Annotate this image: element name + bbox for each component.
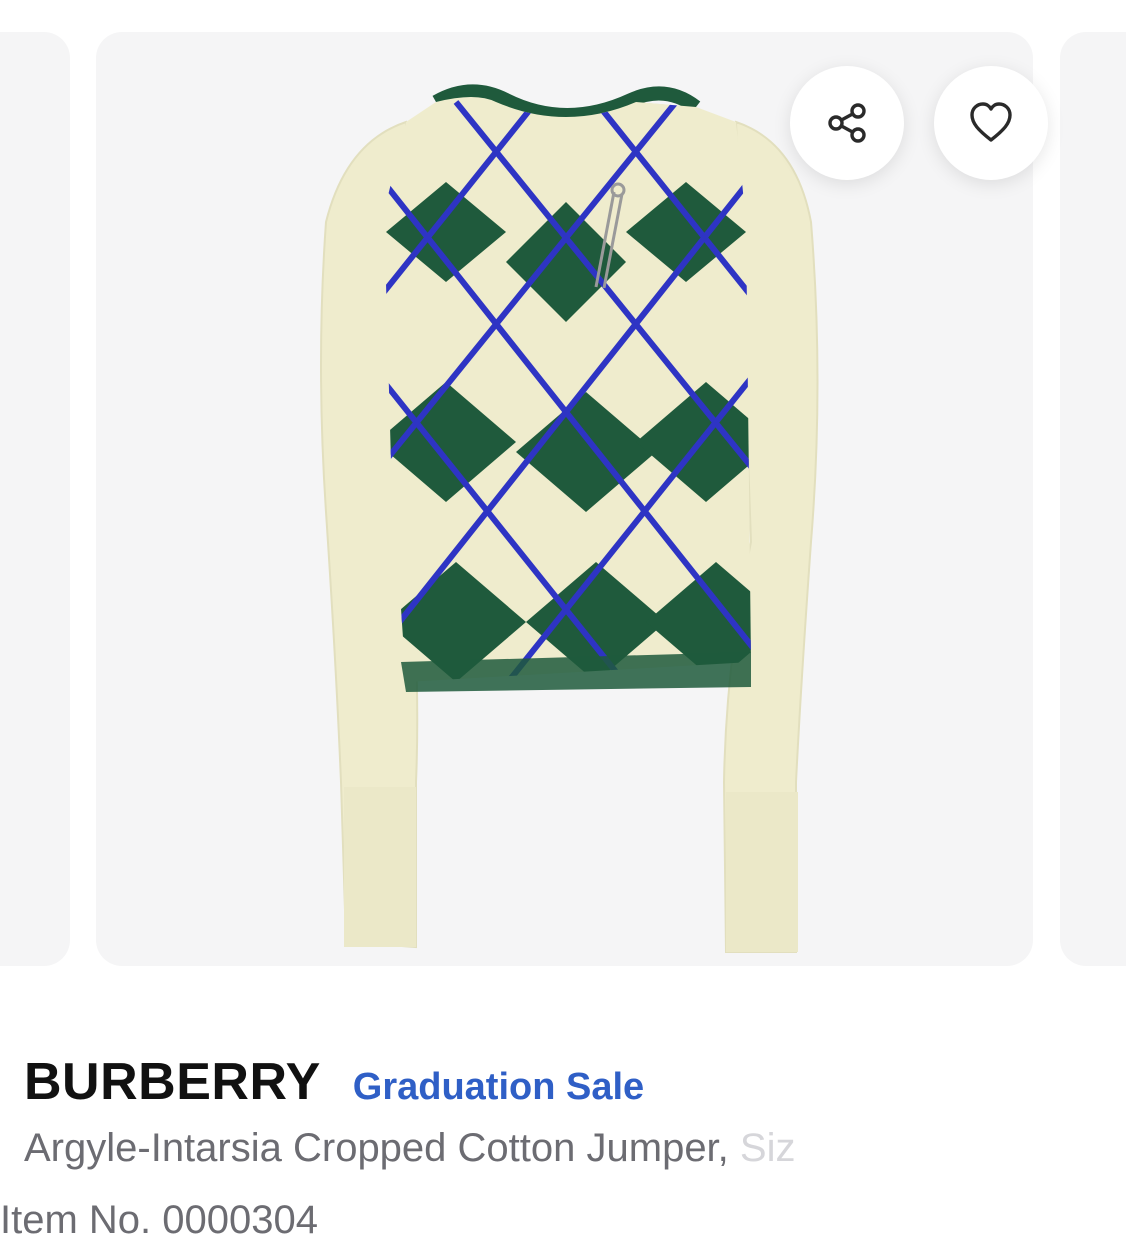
product-description: Argyle-Intarsia Cropped Cotton Jumper, S…: [24, 1126, 795, 1170]
share-icon: [828, 103, 866, 143]
carousel-main-card[interactable]: [96, 32, 1033, 966]
promo-label[interactable]: Graduation Sale: [353, 1066, 644, 1109]
carousel-previous-card[interactable]: [0, 32, 70, 966]
item-number: Item No. 0000304: [0, 1198, 318, 1242]
product-description-faded: Siz: [728, 1126, 796, 1170]
image-carousel[interactable]: [0, 0, 1126, 990]
carousel-next-card[interactable]: [1060, 32, 1126, 966]
product-info: BURBERRY Graduation Sale Argyle-Intarsia…: [24, 1052, 1126, 1180]
favorite-button[interactable]: [934, 66, 1048, 180]
product-title-row: BURBERRY Graduation Sale: [24, 1052, 1126, 1112]
product-description-text: Argyle-Intarsia Cropped Cotton Jumper,: [24, 1126, 729, 1170]
heart-icon: [970, 102, 1012, 142]
share-button[interactable]: [790, 66, 904, 180]
product-description-row: Argyle-Intarsia Cropped Cotton Jumper, S…: [24, 1126, 1126, 1180]
product-image: [320, 84, 819, 953]
brand-name[interactable]: BURBERRY: [24, 1052, 321, 1112]
